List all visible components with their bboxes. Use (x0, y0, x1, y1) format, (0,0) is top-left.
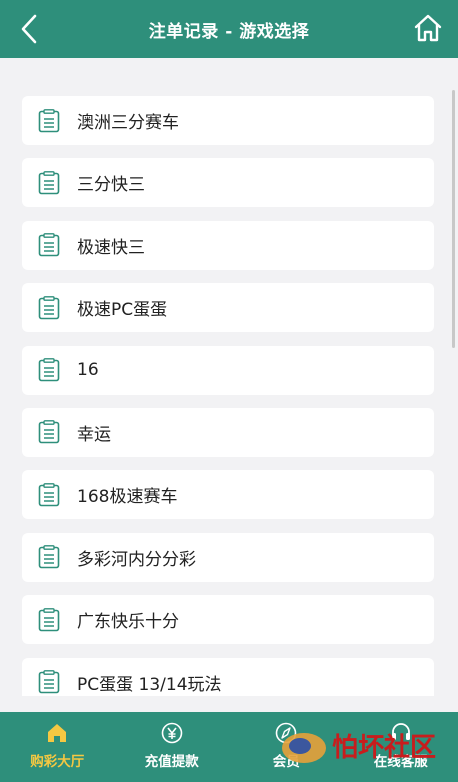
home-button[interactable] (412, 11, 444, 45)
game-label: 多彩河内分分彩 (77, 549, 196, 570)
game-label: 三分快三 (77, 175, 145, 196)
tab-lottery-hall[interactable]: 购彩大厅 (0, 712, 115, 782)
game-item[interactable]: 极速快三 (22, 220, 434, 270)
headset-icon (391, 723, 410, 740)
game-label: 幸运 (77, 424, 111, 445)
game-label: 16 (77, 360, 99, 381)
home-icon (414, 14, 442, 42)
game-item[interactable]: 多彩河内分分彩 (22, 532, 434, 582)
game-label: 极速快三 (77, 237, 145, 258)
game-item[interactable]: 幸运 (22, 407, 434, 457)
tab-member[interactable]: 会员 (229, 712, 344, 782)
document-icon (38, 108, 60, 132)
document-icon (38, 545, 60, 569)
game-item[interactable]: 168极速赛车 (22, 470, 434, 520)
compass-icon (275, 722, 297, 744)
game-label: PC蛋蛋 13/14玩法 (77, 674, 222, 695)
tab-label: 充值提款 (144, 754, 199, 770)
yen-icon (161, 722, 183, 744)
tab-deposit-withdraw[interactable]: 充值提款 (115, 712, 230, 782)
tab-label: 购彩大厅 (30, 754, 85, 770)
tab-online-service[interactable]: 在线客服 (344, 712, 458, 782)
game-list: 澳洲三分赛车 三分快三 极速快三 极速PC蛋蛋 16 幸运 168极速赛车 多彩… (22, 96, 434, 720)
game-item[interactable]: 极速PC蛋蛋 (22, 283, 434, 333)
bottom-tab-bar: 购彩大厅 充值提款 会员 在线客服 (0, 712, 458, 782)
document-icon (38, 420, 60, 444)
game-item[interactable]: 三分快三 (22, 158, 434, 208)
game-item[interactable]: 澳洲三分赛车 (22, 96, 434, 145)
document-icon (38, 482, 60, 507)
game-item[interactable]: 16 (22, 345, 434, 395)
document-icon (38, 295, 60, 319)
back-button[interactable] (14, 12, 44, 46)
document-icon (38, 233, 60, 257)
game-label: 168极速赛车 (77, 487, 178, 508)
game-label: 澳洲三分赛车 (77, 113, 179, 133)
top-nav-bar: 注单记录 - 游戏选择 (0, 0, 458, 58)
document-icon (38, 358, 60, 382)
footer-divider (0, 696, 458, 712)
game-label: 广东快乐十分 (77, 612, 179, 633)
home-icon (48, 724, 67, 742)
document-icon (38, 170, 60, 195)
chevron-left-icon (21, 14, 37, 44)
scrollbar[interactable] (452, 90, 455, 348)
tab-label: 会员 (272, 754, 300, 770)
game-label: 极速PC蛋蛋 (77, 300, 168, 321)
tab-label: 在线客服 (373, 754, 428, 770)
page-title: 注单记录 - 游戏选择 (148, 21, 310, 42)
game-item[interactable]: 广东快乐十分 (22, 595, 434, 645)
document-icon (38, 670, 60, 694)
document-icon (38, 607, 60, 631)
